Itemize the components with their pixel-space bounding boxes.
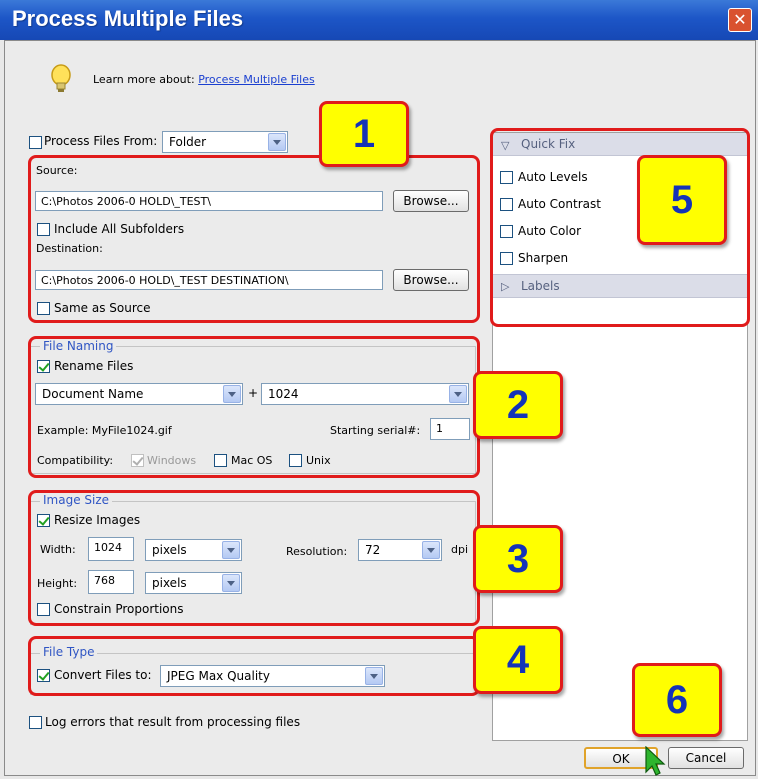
learn-more-label: Learn more about: [93, 73, 195, 86]
highlight-box-2 [28, 336, 480, 478]
process-files-checkbox[interactable] [29, 136, 42, 149]
chevron-down-icon [268, 133, 286, 151]
highlight-box-4 [28, 636, 480, 696]
callout-3: 3 [473, 525, 563, 593]
close-button[interactable]: ✕ [728, 8, 752, 32]
log-errors-label: Log errors that result from processing f… [45, 715, 301, 729]
process-from-value: Folder [169, 135, 207, 149]
callout-1: 1 [319, 101, 409, 167]
lightbulb-icon [50, 64, 72, 94]
highlight-box-1 [28, 155, 480, 323]
process-files-label: Process Files From: [44, 134, 158, 148]
learn-more-text: Learn more about: Process Multiple Files [93, 73, 315, 86]
cancel-button[interactable]: Cancel [668, 747, 744, 769]
callout-2: 2 [473, 371, 563, 439]
learn-more-link[interactable]: Process Multiple Files [198, 73, 315, 86]
log-errors-checkbox[interactable] [29, 716, 42, 729]
callout-6: 6 [632, 663, 722, 737]
window-title: Process Multiple Files [12, 6, 244, 31]
highlight-box-3 [28, 490, 480, 626]
process-from-select[interactable]: Folder [162, 131, 288, 153]
callout-4: 4 [473, 626, 563, 694]
mouse-cursor-icon [644, 745, 670, 776]
callout-5: 5 [637, 155, 727, 245]
